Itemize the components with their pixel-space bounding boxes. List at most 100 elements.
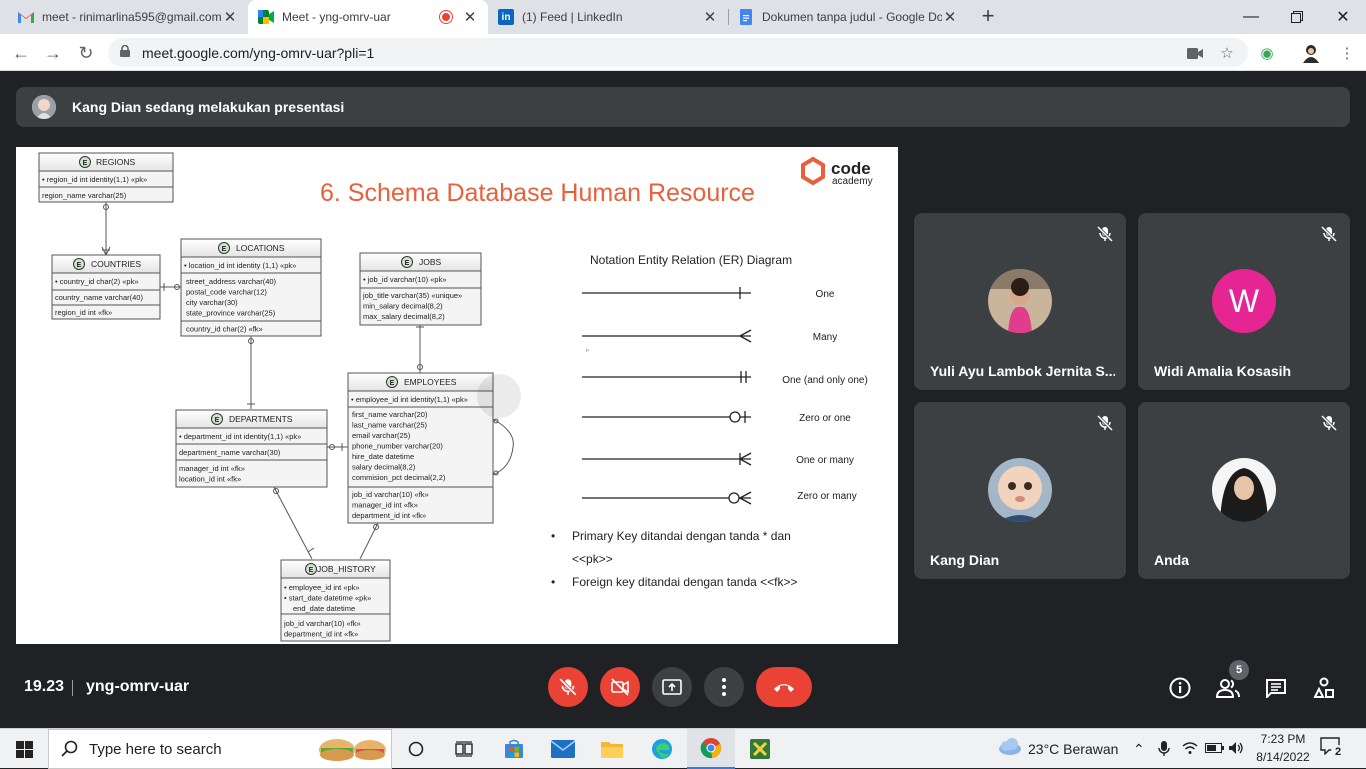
clock-date[interactable]: 8/14/2022 — [1253, 750, 1313, 764]
taskbar-search-box[interactable]: Type here to search — [48, 729, 392, 769]
camera-icon[interactable] — [1184, 42, 1206, 64]
more-options-button[interactable] — [704, 667, 744, 707]
notation-title: Notation Entity Relation (ER) Diagram — [590, 253, 792, 267]
column: state_province varchar(25) — [186, 309, 276, 318]
show-hidden-icons-chevron-icon[interactable]: ⌃ — [1133, 741, 1145, 758]
profile-avatar[interactable] — [1300, 42, 1322, 64]
forward-button[interactable]: → — [42, 42, 64, 64]
folder-icon — [601, 742, 623, 758]
svg-text:• region_id int identity(1,1): • region_id int identity(1,1) «pk» — [42, 175, 147, 184]
column: first_name varchar(20) — [352, 410, 428, 419]
column: salary decimal(8,2) — [352, 463, 416, 472]
extension-eye-icon[interactable]: ◉ — [1256, 42, 1278, 64]
info-icon — [1169, 677, 1191, 699]
svg-text:•: • — [551, 575, 555, 589]
pk-column: region_id int identity(1,1) «pk» — [47, 175, 147, 184]
minimize-button[interactable]: — — [1228, 0, 1274, 34]
pk-column: job_id varchar(10) «pk» — [367, 275, 447, 284]
column: department_name varchar(30) — [179, 448, 281, 457]
bookmark-star-icon[interactable]: ☆ — [1216, 42, 1238, 64]
taskbar-store[interactable] — [490, 729, 538, 769]
windows-logo-icon — [15, 740, 33, 758]
leave-call-button[interactable] — [756, 667, 812, 707]
back-button[interactable]: ← — [10, 42, 32, 64]
chat-button[interactable] — [1264, 676, 1288, 700]
participant-tile[interactable]: Kang Dian — [914, 402, 1126, 579]
new-tab-button[interactable]: + — [976, 5, 1000, 29]
wifi-icon[interactable] — [1182, 741, 1198, 758]
camera-toggle-button[interactable] — [600, 667, 640, 707]
participant-tile[interactable]: Yuli Ayu Lambok Jernita S... — [914, 213, 1126, 390]
notification-count: 2 — [1331, 745, 1345, 759]
column: street_address varchar(40) — [186, 277, 277, 286]
participant-name: Kang Dian — [930, 552, 1000, 568]
close-icon[interactable]: ✕ — [702, 8, 718, 26]
column: last_name varchar(25) — [352, 421, 428, 430]
table-departments: E DEPARTMENTS • department_id int identi… — [175, 409, 328, 488]
fk-column: department_id int «fk» — [352, 511, 426, 520]
present-screen-button[interactable] — [652, 667, 692, 707]
clock-time[interactable]: 7:23 PM — [1259, 732, 1307, 746]
address-bar-row: ← → ↻ meet.google.com/yng-omrv-uar?pli=1… — [0, 34, 1366, 71]
cortana-button[interactable] — [392, 729, 440, 769]
people-icon — [1216, 679, 1240, 698]
cloud-icon — [999, 738, 1021, 755]
mouse-cursor-icon: ▹ — [586, 347, 590, 354]
edge-icon — [652, 739, 672, 759]
notation-label: Zero or many — [797, 491, 856, 502]
hang-up-icon — [774, 684, 794, 692]
tab-linkedin[interactable]: in (1) Feed | LinkedIn ✕ — [488, 0, 728, 34]
meeting-details-button[interactable] — [1168, 676, 1192, 700]
fk-column: location_id int «fk» — [179, 475, 241, 484]
docs-icon — [738, 9, 754, 25]
table-title: DEPARTMENTS — [229, 414, 293, 424]
close-icon[interactable]: ✕ — [222, 8, 238, 26]
close-window-button[interactable]: ✕ — [1320, 0, 1366, 34]
table-title: COUNTRIES — [91, 259, 141, 269]
tab-meet[interactable]: Meet - yng-omrv-uar ✕ — [248, 0, 488, 34]
restore-button[interactable] — [1274, 0, 1320, 34]
close-icon[interactable]: ✕ — [942, 8, 958, 26]
task-view-icon — [455, 741, 473, 757]
tab-docs[interactable]: Dokumen tanpa judul - Google Dokumen ✕ — [728, 0, 968, 34]
chrome-icon — [700, 738, 721, 759]
bullet-text: <<pk>> — [572, 552, 613, 566]
taskbar-chrome[interactable] — [687, 729, 735, 769]
participant-tile[interactable]: Anda — [1138, 402, 1350, 579]
taskbar-file-explorer[interactable] — [588, 729, 636, 769]
pk-column: country_id char(2) «pk» — [60, 277, 139, 286]
task-view-button[interactable] — [440, 729, 488, 769]
svg-text:• country_id char(2) «pk»: • country_id char(2) «pk» — [55, 277, 139, 286]
notifications-button[interactable]: 2 — [1320, 737, 1348, 761]
battery-icon[interactable] — [1205, 741, 1225, 757]
notation-label: One or many — [796, 455, 854, 466]
close-icon[interactable]: ✕ — [462, 8, 478, 26]
mic-off-icon — [1320, 225, 1338, 243]
volume-icon[interactable] — [1228, 741, 1244, 758]
meet-stage: Kang Dian sedang melakukan presentasi E … — [0, 71, 1366, 728]
tab-gmail[interactable]: meet - rinimarlina595@gmail.com ✕ — [8, 0, 248, 34]
taskbar-mail[interactable] — [539, 729, 587, 769]
recording-icon — [440, 11, 452, 23]
omnibox[interactable]: meet.google.com/yng-omrv-uar?pli=1 — [108, 38, 1248, 67]
start-button[interactable] — [0, 729, 48, 769]
participant-tile[interactable]: W Widi Amalia Kosasih — [1138, 213, 1350, 390]
windows-taskbar: Type here to search 23°C Berawan ⌃ 7:23 … — [0, 728, 1366, 769]
participant-name: Widi Amalia Kosasih — [1154, 363, 1292, 379]
table-jobs: E JOBS • job_id varchar(10) «pk» job_tit… — [359, 252, 482, 326]
mic-toggle-button[interactable] — [548, 667, 588, 707]
table-title: REGIONS — [96, 157, 136, 167]
mic-off-icon — [1320, 414, 1338, 432]
microphone-icon[interactable] — [1158, 741, 1170, 760]
reload-button[interactable]: ↻ — [75, 42, 97, 64]
taskbar-edge[interactable] — [638, 729, 686, 769]
menu-icon[interactable]: ⋮ — [1336, 42, 1358, 64]
column: region_name varchar(25) — [42, 191, 127, 200]
activities-button[interactable] — [1312, 676, 1336, 700]
table-title: LOCATIONS — [236, 243, 285, 253]
app-icon — [750, 739, 770, 759]
weather-text[interactable]: 23°C Berawan — [1028, 741, 1118, 757]
table-title: JOB_HISTORY — [317, 564, 376, 574]
fk-column: job_id varchar(10) «fk» — [351, 490, 429, 499]
taskbar-app[interactable] — [736, 729, 784, 769]
